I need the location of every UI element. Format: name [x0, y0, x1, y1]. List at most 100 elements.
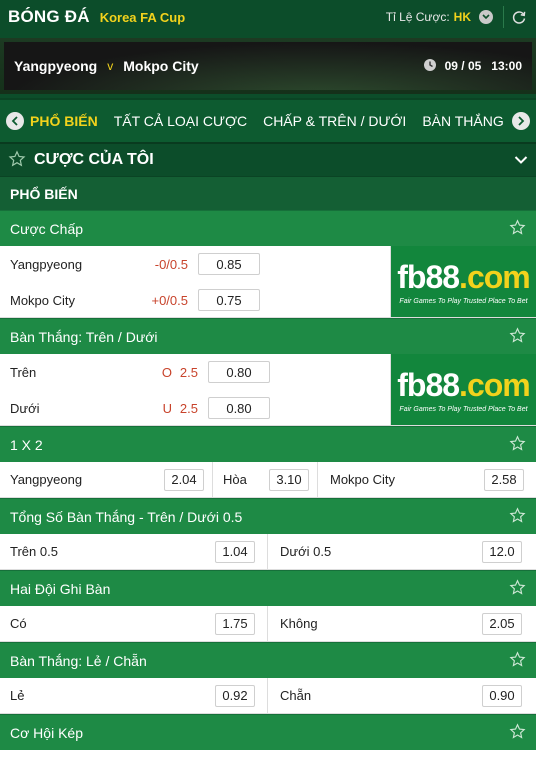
- league-name[interactable]: Korea FA Cup: [100, 10, 185, 25]
- match-header: Yangpyeong v Mokpo City 09 / 05 13:00: [0, 34, 536, 98]
- market-title: Cược Chấp: [10, 220, 84, 237]
- selection-yes: Có 1.75: [0, 612, 267, 635]
- odds-button[interactable]: 0.92: [215, 684, 255, 707]
- odds-button[interactable]: 0.85: [198, 253, 260, 275]
- market-tabs: PHỔ BIẾN TẤT CẢ LOẠI CƯỢC CHẤP & TRÊN / …: [0, 98, 536, 142]
- market-over-under-body: Trên O 2.5 0.80 Dưới U 2.5 0.80 fb88.com…: [0, 354, 536, 426]
- selection-even: Chẵn 0.90: [268, 684, 536, 707]
- selection-name: Trên 0.5: [10, 544, 58, 559]
- chevron-left-icon[interactable]: [6, 112, 24, 130]
- my-bets-title: CƯỢC CỦA TÔI: [34, 151, 154, 168]
- tab-popular[interactable]: PHỔ BIẾN: [30, 113, 98, 129]
- divider: [503, 6, 504, 28]
- odds-button[interactable]: 1.75: [215, 612, 255, 635]
- match-time: 13:00: [491, 59, 522, 73]
- sport-title: BÓNG ĐÁ: [8, 7, 90, 26]
- star-outline-icon[interactable]: [509, 506, 526, 527]
- star-outline-icon[interactable]: [509, 650, 526, 671]
- star-outline-icon[interactable]: [509, 578, 526, 599]
- market-double-chance-header[interactable]: Cơ Hội Kép: [0, 714, 536, 750]
- vs-label: v: [107, 59, 114, 73]
- selection-no: Không 2.05: [268, 612, 536, 635]
- market-title: Cơ Hội Kép: [10, 724, 83, 741]
- selection-home: Yangpyeong 2.04: [0, 468, 212, 491]
- selection-name: Mokpo City: [10, 292, 76, 308]
- odds-button[interactable]: 2.04: [164, 468, 204, 491]
- handicap-line: +0/0.5: [151, 292, 188, 308]
- market-title: 1 X 2: [10, 436, 43, 453]
- handicap-row: Yangpyeong -0/0.5 0.85: [0, 246, 390, 282]
- market-odd-even-body: Lẻ 0.92 Chẵn 0.90: [0, 677, 536, 714]
- star-outline-icon[interactable]: [509, 434, 526, 455]
- selection-name: Có: [10, 616, 27, 631]
- odds-button[interactable]: 12.0: [482, 540, 522, 563]
- selection-over: Trên 0.5 1.04: [0, 540, 267, 563]
- ou-tag: U: [162, 400, 172, 416]
- handicap-line: -0/0.5: [154, 256, 188, 272]
- selection-name: Lẻ: [10, 688, 25, 703]
- ou-tag: O: [161, 364, 172, 380]
- market-1x2-header[interactable]: 1 X 2: [0, 426, 536, 462]
- odds-button[interactable]: 2.05: [482, 612, 522, 635]
- selection-under: Dưới 0.5 12.0: [268, 540, 536, 563]
- market-btts-header[interactable]: Hai Đội Ghi Bàn: [0, 570, 536, 606]
- star-outline-icon[interactable]: [509, 218, 526, 239]
- odds-format-value[interactable]: HK: [454, 10, 471, 24]
- selection-name: Không: [280, 616, 318, 631]
- odds-button[interactable]: 0.75: [198, 289, 260, 311]
- kickoff-time: 09 / 05 13:00: [423, 58, 522, 75]
- market-odd-even-header[interactable]: Bàn Thắng: Lẻ / Chẵn: [0, 642, 536, 678]
- market-total-0-5-body: Trên 0.5 1.04 Dưới 0.5 12.0: [0, 533, 536, 570]
- selection-odd: Lẻ 0.92: [0, 684, 267, 707]
- tab-all-bets[interactable]: TẤT CẢ LOẠI CƯỢC: [114, 113, 247, 129]
- selection-name: Yangpyeong: [10, 256, 83, 272]
- market-total-0-5-header[interactable]: Tổng Số Bàn Thắng - Trên / Dưới 0.5: [0, 498, 536, 534]
- over-under-row: Trên O 2.5 0.80: [0, 354, 390, 390]
- market-over-under-header[interactable]: Bàn Thắng: Trên / Dưới: [0, 318, 536, 354]
- match-date: 09 / 05: [444, 59, 482, 73]
- market-title: Tổng Số Bàn Thắng - Trên / Dưới 0.5: [10, 508, 243, 525]
- away-team: Mokpo City: [123, 58, 199, 74]
- selection-name: Chẵn: [280, 688, 312, 703]
- market-handicap-header[interactable]: Cược Chấp: [0, 210, 536, 246]
- fb88-logo: fb88.com Fair Games To Play Trusted Plac…: [390, 354, 536, 425]
- section-popular: PHỔ BIẾN: [0, 176, 536, 210]
- ou-line: 2.5: [179, 364, 198, 380]
- selection-name: Hòa: [223, 472, 247, 487]
- odds-format-label: Tỉ Lệ Cược:: [385, 10, 450, 24]
- market-1x2-body: Yangpyeong 2.04 Hòa 3.10 Mokpo City 2.58: [0, 461, 536, 498]
- my-bets-bar[interactable]: CƯỢC CỦA TÔI: [0, 142, 536, 176]
- market-handicap-body: Yangpyeong -0/0.5 0.85 Mokpo City +0/0.5…: [0, 246, 536, 318]
- market-title: Hai Đội Ghi Bàn: [10, 580, 111, 597]
- selection-draw: Hòa 3.10: [213, 468, 317, 491]
- refresh-icon[interactable]: [510, 8, 528, 26]
- chevron-down-icon[interactable]: [479, 10, 493, 24]
- selection-name: Mokpo City: [330, 472, 396, 487]
- fb88-logo: fb88.com Fair Games To Play Trusted Plac…: [390, 246, 536, 317]
- top-bar: BÓNG ĐÁ Korea FA Cup Tỉ Lệ Cược: HK: [0, 0, 536, 34]
- selection-name: Dưới: [10, 400, 40, 416]
- market-btts-body: Có 1.75 Không 2.05: [0, 605, 536, 642]
- tab-handicap-over-under[interactable]: CHẤP & TRÊN / DƯỚI: [263, 113, 406, 129]
- star-outline-icon[interactable]: [8, 149, 26, 171]
- market-title: Bàn Thắng: Trên / Dưới: [10, 328, 158, 345]
- chevron-down-icon[interactable]: [514, 153, 528, 168]
- home-team: Yangpyeong: [14, 58, 98, 74]
- selection-name: Trên: [10, 364, 37, 380]
- odds-button[interactable]: 0.80: [208, 361, 270, 383]
- odds-button[interactable]: 0.90: [482, 684, 522, 707]
- chevron-right-icon[interactable]: [512, 112, 530, 130]
- selection-name: Dưới 0.5: [280, 544, 332, 559]
- ou-line: 2.5: [179, 400, 198, 416]
- odds-button[interactable]: 3.10: [269, 468, 309, 491]
- odds-button[interactable]: 0.80: [208, 397, 270, 419]
- star-outline-icon[interactable]: [509, 326, 526, 347]
- handicap-row: Mokpo City +0/0.5 0.75: [0, 282, 390, 318]
- odds-button[interactable]: 2.58: [484, 468, 524, 491]
- market-title: Bàn Thắng: Lẻ / Chẵn: [10, 652, 147, 669]
- star-outline-icon[interactable]: [509, 722, 526, 743]
- odds-button[interactable]: 1.04: [215, 540, 255, 563]
- selection-away: Mokpo City 2.58: [318, 468, 536, 491]
- tab-goals[interactable]: BÀN THẮNG: [422, 113, 503, 129]
- selection-name: Yangpyeong: [10, 472, 83, 487]
